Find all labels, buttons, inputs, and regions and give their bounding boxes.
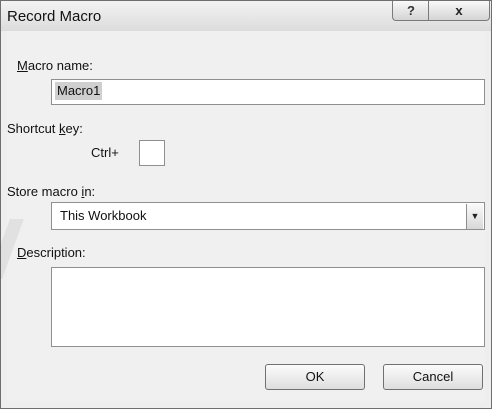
dialog-content: Macro name: Macro1 Shortcut key: Ctrl+ S…	[0, 31, 485, 402]
ok-button[interactable]: OK	[265, 364, 365, 390]
cancel-button[interactable]: Cancel	[383, 364, 483, 390]
record-macro-dialog: Record Macro ? x Macro name: Macro1 Shor…	[0, 0, 492, 409]
help-icon: ?	[407, 3, 415, 18]
macro-name-label: Macro name:	[17, 58, 93, 73]
dialog-title: Record Macro	[7, 8, 102, 25]
close-button[interactable]: x	[428, 1, 490, 21]
macro-name-value: Macro1	[55, 82, 103, 100]
chevron-down-icon[interactable]: ▼	[466, 204, 483, 229]
ctrl-plus-label: Ctrl+	[91, 145, 119, 160]
store-macro-in-select[interactable]: This Workbook ▼	[51, 202, 485, 230]
title-bar: Record Macro ? x	[1, 1, 491, 31]
close-icon: x	[455, 3, 463, 18]
shortcut-key-input[interactable]	[139, 140, 165, 166]
description-label: Description:	[17, 245, 86, 260]
store-macro-in-label: Store macro in:	[7, 184, 96, 199]
description-textarea[interactable]	[51, 267, 485, 347]
store-macro-in-value: This Workbook	[60, 208, 147, 223]
shortcut-key-label: Shortcut key:	[7, 121, 83, 136]
macro-name-input[interactable]: Macro1	[51, 79, 485, 105]
help-button[interactable]: ?	[392, 1, 430, 21]
